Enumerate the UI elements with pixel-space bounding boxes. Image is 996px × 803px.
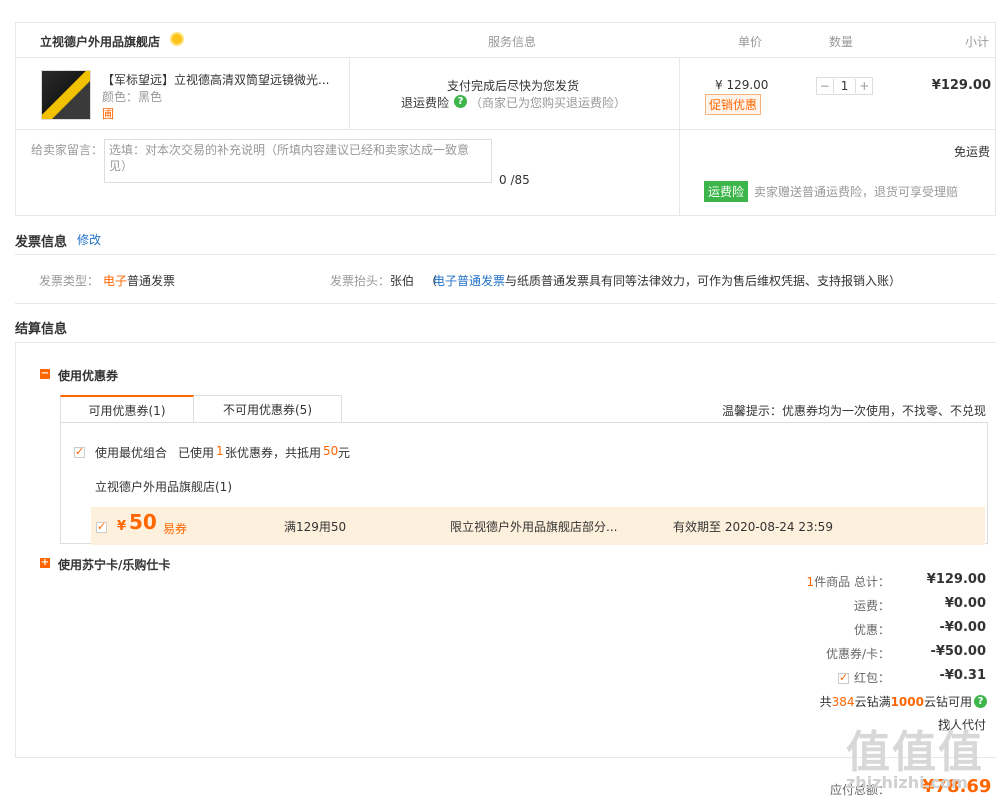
settlement-title: 结算信息 [15, 322, 68, 337]
used-prefix: 已使用 [178, 446, 215, 460]
qty-minus-button[interactable]: − [817, 79, 833, 93]
product-title[interactable]: 【军标望远】立视德高清双筒望远镜微光... [102, 71, 329, 88]
used-amount: 50 [323, 444, 339, 458]
coupon-section-title[interactable]: 使用优惠券 [58, 367, 118, 384]
product-extra: 圃 [102, 107, 115, 121]
help-icon[interactable]: ? [454, 95, 467, 108]
invoice-header-label: 发票抬头： [330, 274, 391, 288]
product-row: 【军标望远】立视德高清双筒望远镜微光... 颜色：黑色 圃 支付完成后尽快为您发… [16, 58, 995, 216]
summary-discount: -¥0.00 [939, 620, 986, 635]
invoice-note-link[interactable]: 电子普通发票 [433, 272, 505, 289]
coupon-tip: 温馨提示：优惠券均为一次使用，不找零、不兑现 [721, 404, 986, 418]
diamond-help-icon[interactable]: ? [974, 695, 987, 708]
summary-coupon-label: 优惠券/卡： [825, 647, 890, 661]
invoice-title: 发票信息 [15, 235, 68, 250]
memo-label: 给卖家留言： [31, 143, 104, 157]
summary-redpacket: -¥0.31 [939, 668, 986, 683]
memo-char-count: 0 /85 [499, 173, 530, 187]
invoice-edit-link[interactable]: 修改 [77, 231, 101, 248]
summary-discount-label: 优惠： [853, 623, 890, 637]
order-table-header: 立视德户外用品旗舰店 服务信息 单价 数量 小计 [16, 23, 995, 58]
coupon-item[interactable]: ¥ 50 易券 满129用50 限立视德户外用品旗舰店部分... 有效期至 20… [91, 507, 985, 545]
best-combo-label[interactable]: 使用最优组合 [95, 444, 167, 461]
qty-input[interactable]: 1 [832, 79, 857, 93]
coupon-expiry: 有效期至 2020-08-24 23:59 [673, 520, 833, 534]
tab-available-coupons[interactable]: 可用优惠券(1) [60, 395, 194, 423]
store-name[interactable]: 立视德户外用品旗舰店 [40, 33, 160, 50]
card-section-title[interactable]: 使用苏宁卡/乐购仕卡 [58, 556, 170, 573]
invoice-box: 发票类型： 电子 普通发票 发票抬头： 张伯 （ 电子普通发票 与纸质普通发票具… [15, 254, 996, 304]
redpacket-checkbox[interactable] [838, 671, 849, 684]
collapse-icon[interactable]: − [40, 369, 50, 379]
used-suffix: 元 [338, 446, 351, 460]
store-badge-icon [170, 32, 184, 46]
invoice-type-highlight: 电子 [103, 274, 128, 288]
watermark-logo: 值值值 [846, 727, 984, 778]
coupon-rule: 满129用50 [284, 520, 347, 534]
product-price: ¥ 129.00 [715, 78, 769, 92]
summary-coupon: -¥50.00 [930, 644, 986, 659]
col-subtotal: 小计 [965, 35, 990, 49]
service-return-note: （商家已为您购买退运费险） [470, 96, 627, 110]
order-table: 立视德户外用品旗舰店 服务信息 单价 数量 小计 【军标望远】立视德高清双筒望远… [15, 22, 996, 216]
freight-insurance-tag: 运费险 [704, 181, 749, 202]
summary-shipping-label: 运费： [853, 599, 890, 613]
promo-tag[interactable]: 促销优惠 [705, 94, 762, 115]
invoice-note: 与纸质普通发票具有同等法律效力，可作为售后维权凭据、支持报销入账） [505, 274, 902, 288]
col-qty: 数量 [829, 35, 854, 49]
coupon-scope: 限立视德户外用品旗舰店部分... [450, 520, 618, 534]
used-count: 1 [216, 444, 224, 458]
invoice-type-value: 普通发票 [127, 274, 176, 288]
freight-insurance-note: 卖家赠送普通运费险，退货可享受理赔 [754, 185, 959, 199]
coupon-currency: ¥ [117, 519, 127, 534]
settlement-box: − 使用优惠券 可用优惠券(1) 不可用优惠券(5) 温馨提示：优惠券均为一次使… [15, 342, 996, 758]
invoice-header-value: 张伯 [390, 274, 415, 288]
product-image[interactable] [41, 70, 91, 120]
coupon-amount: 50 [129, 510, 157, 534]
coupon-checkbox[interactable] [96, 520, 107, 533]
qty-plus-button[interactable]: + [856, 79, 872, 93]
summary-count-label: 1件商品 总计： [806, 575, 890, 589]
coupon-type: 易券 [163, 522, 188, 536]
watermark-domain: zhizhizhi.com [846, 773, 968, 792]
service-delivery: 支付完成后尽快为您发货 [447, 79, 580, 93]
expand-icon[interactable]: + [40, 558, 50, 568]
coupon-store-group: 立视德户外用品旗舰店(1) [95, 480, 232, 494]
diamond-info: 共384云钻满1000云钻可用 [819, 695, 972, 709]
col-price: 单价 [738, 35, 763, 49]
tab-unavailable-coupons[interactable]: 不可用优惠券(5) [194, 395, 342, 423]
coupon-panel: 使用最优组合 已使用 1 张优惠券，共抵用 50 元 立视德户外用品旗舰店(1)… [60, 422, 988, 545]
summary-total: ¥129.00 [926, 572, 986, 587]
memo-textarea[interactable]: 选填：对本次交易的补充说明（所填内容建议已经和卖家达成一致意见） [104, 139, 492, 183]
col-service: 服务信息 [488, 35, 537, 49]
shipping-fee: 免运费 [953, 145, 990, 159]
summary-shipping: ¥0.00 [944, 596, 986, 611]
product-subtotal: ¥129.00 [931, 78, 991, 93]
service-return-insurance: 退运费险 [401, 96, 450, 110]
used-mid: 张优惠券，共抵用 [225, 446, 322, 460]
product-color: 颜色：黑色 [102, 90, 163, 104]
best-combo-checkbox[interactable] [74, 445, 85, 458]
invoice-type-label: 发票类型： [39, 274, 100, 288]
summary-redpacket-label: 红包： [853, 671, 890, 685]
quantity-stepper: − 1 + [816, 77, 873, 95]
